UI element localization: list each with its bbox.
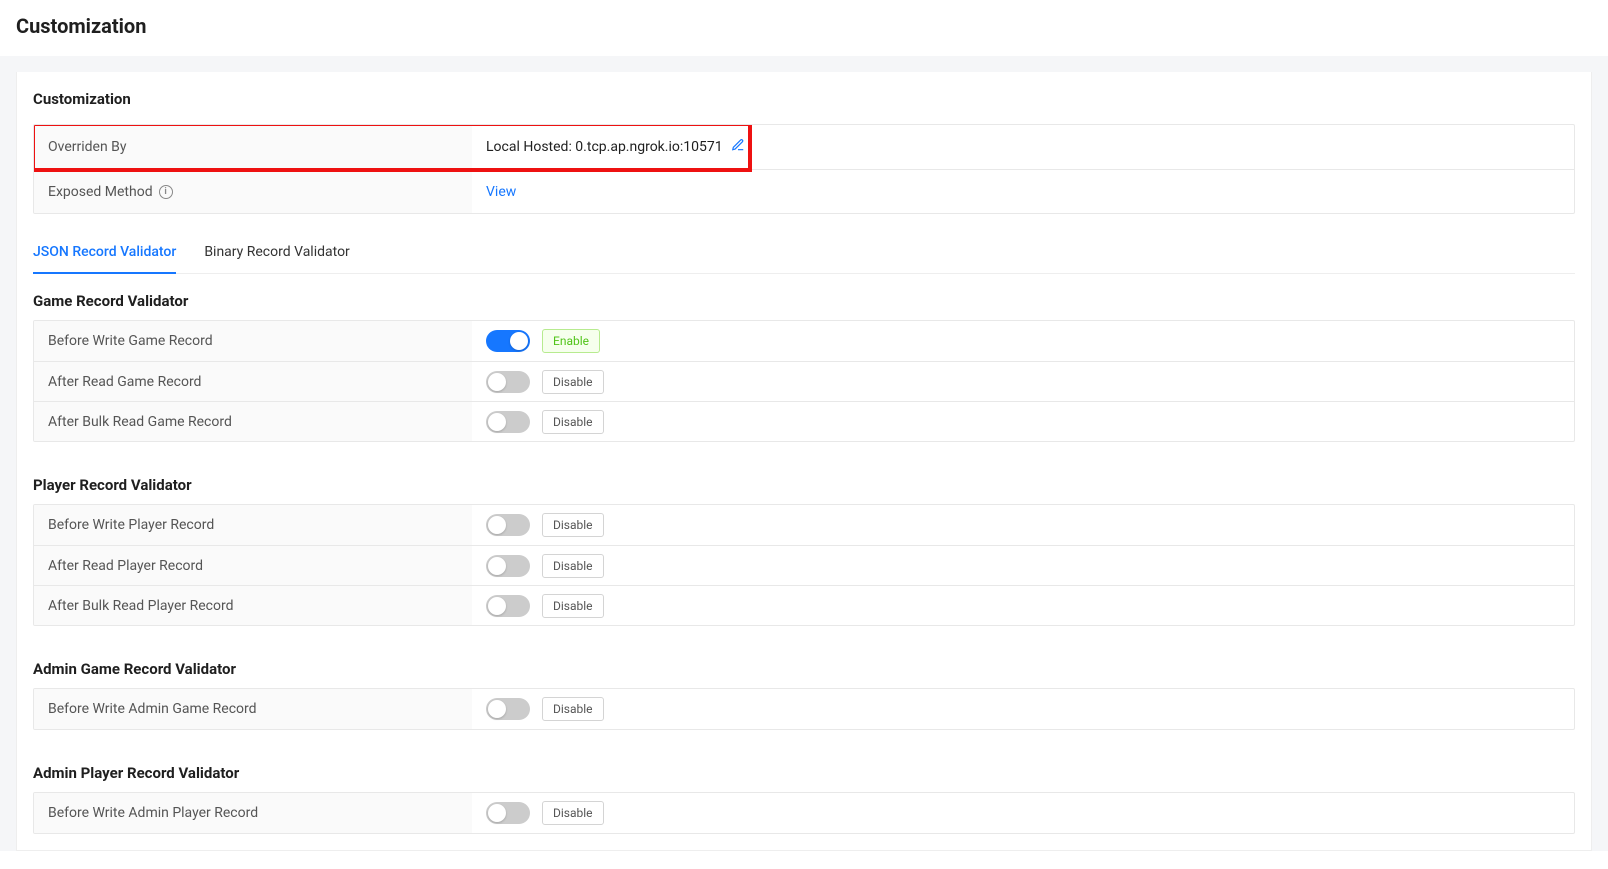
exposed-method-view-link[interactable]: View [486,184,516,200]
validator-row-label: Before Write Admin Player Record [34,793,472,833]
tab-binary-record-validator[interactable]: Binary Record Validator [204,236,350,273]
validator-row: Before Write Player Record Disable [34,505,1574,545]
validator-section: Admin Player Record ValidatorBefore Writ… [33,746,1575,834]
validator-tabs: JSON Record Validator Binary Record Vali… [33,230,1575,274]
validator-section: Game Record ValidatorBefore Write Game R… [33,274,1575,442]
validator-row: Before Write Admin Player Record Disable [34,793,1574,833]
validator-row: After Read Game Record Disable [34,361,1574,401]
toggle-switch[interactable] [486,514,530,536]
tab-json-record-validator[interactable]: JSON Record Validator [33,236,176,274]
section-title: Player Record Validator [33,458,1575,504]
info-table: Overriden By Local Hosted: 0.tcp.ap.ngro… [33,124,1575,214]
label-exposed-method: Exposed Method [48,184,153,200]
toggle-switch[interactable] [486,698,530,720]
validator-row-label: After Read Game Record [34,362,472,401]
toggle-switch[interactable] [486,330,530,352]
section-title: Game Record Validator [33,274,1575,320]
toggle-switch[interactable] [486,555,530,577]
disable-badge: Disable [542,594,604,618]
disable-badge: Disable [542,801,604,825]
toggle-switch[interactable] [486,802,530,824]
validator-table: Before Write Player RecordDisableAfter R… [33,504,1575,626]
validator-row-label: Before Write Player Record [34,505,472,545]
validator-row: After Bulk Read Player Record Disable [34,585,1574,625]
section-title: Admin Player Record Validator [33,746,1575,792]
validator-section: Admin Game Record ValidatorBefore Write … [33,642,1575,730]
edit-icon[interactable] [731,138,745,156]
row-overriden-by: Overriden By Local Hosted: 0.tcp.ap.ngro… [34,125,1574,169]
validator-row: After Bulk Read Game Record Disable [34,401,1574,441]
validator-row: After Read Player Record Disable [34,545,1574,585]
toggle-switch[interactable] [486,411,530,433]
validator-section: Player Record ValidatorBefore Write Play… [33,458,1575,626]
disable-badge: Disable [542,513,604,537]
disable-badge: Disable [542,697,604,721]
disable-badge: Disable [542,410,604,434]
validator-table: Before Write Admin Game Record Disable [33,688,1575,730]
label-overriden-by: Overriden By [34,125,472,169]
value-overriden-by: Local Hosted: 0.tcp.ap.ngrok.io:10571 [486,139,723,155]
panel-title: Customization [17,72,1591,124]
row-exposed-method: Exposed Method i View [34,169,1574,213]
disable-badge: Disable [542,370,604,394]
validator-row-label: Before Write Game Record [34,321,472,361]
validator-row-label: After Bulk Read Game Record [34,402,472,441]
validator-row-label: After Read Player Record [34,546,472,585]
validator-row-label: Before Write Admin Game Record [34,689,472,729]
validator-row: Before Write Game Record Enable [34,321,1574,361]
validator-row-label: After Bulk Read Player Record [34,586,472,625]
disable-badge: Disable [542,554,604,578]
toggle-switch[interactable] [486,595,530,617]
section-title: Admin Game Record Validator [33,642,1575,688]
validator-table: Before Write Game Record Enable After Read… [33,320,1575,442]
info-icon[interactable]: i [159,185,173,199]
toggle-switch[interactable] [486,371,530,393]
validator-row: Before Write Admin Game Record Disable [34,689,1574,729]
page-title: Customization [0,0,1608,56]
validator-table: Before Write Admin Player Record Disable [33,792,1575,834]
enable-badge: Enable [542,329,600,353]
customization-panel: Customization Overriden By Local Hosted:… [16,72,1592,851]
